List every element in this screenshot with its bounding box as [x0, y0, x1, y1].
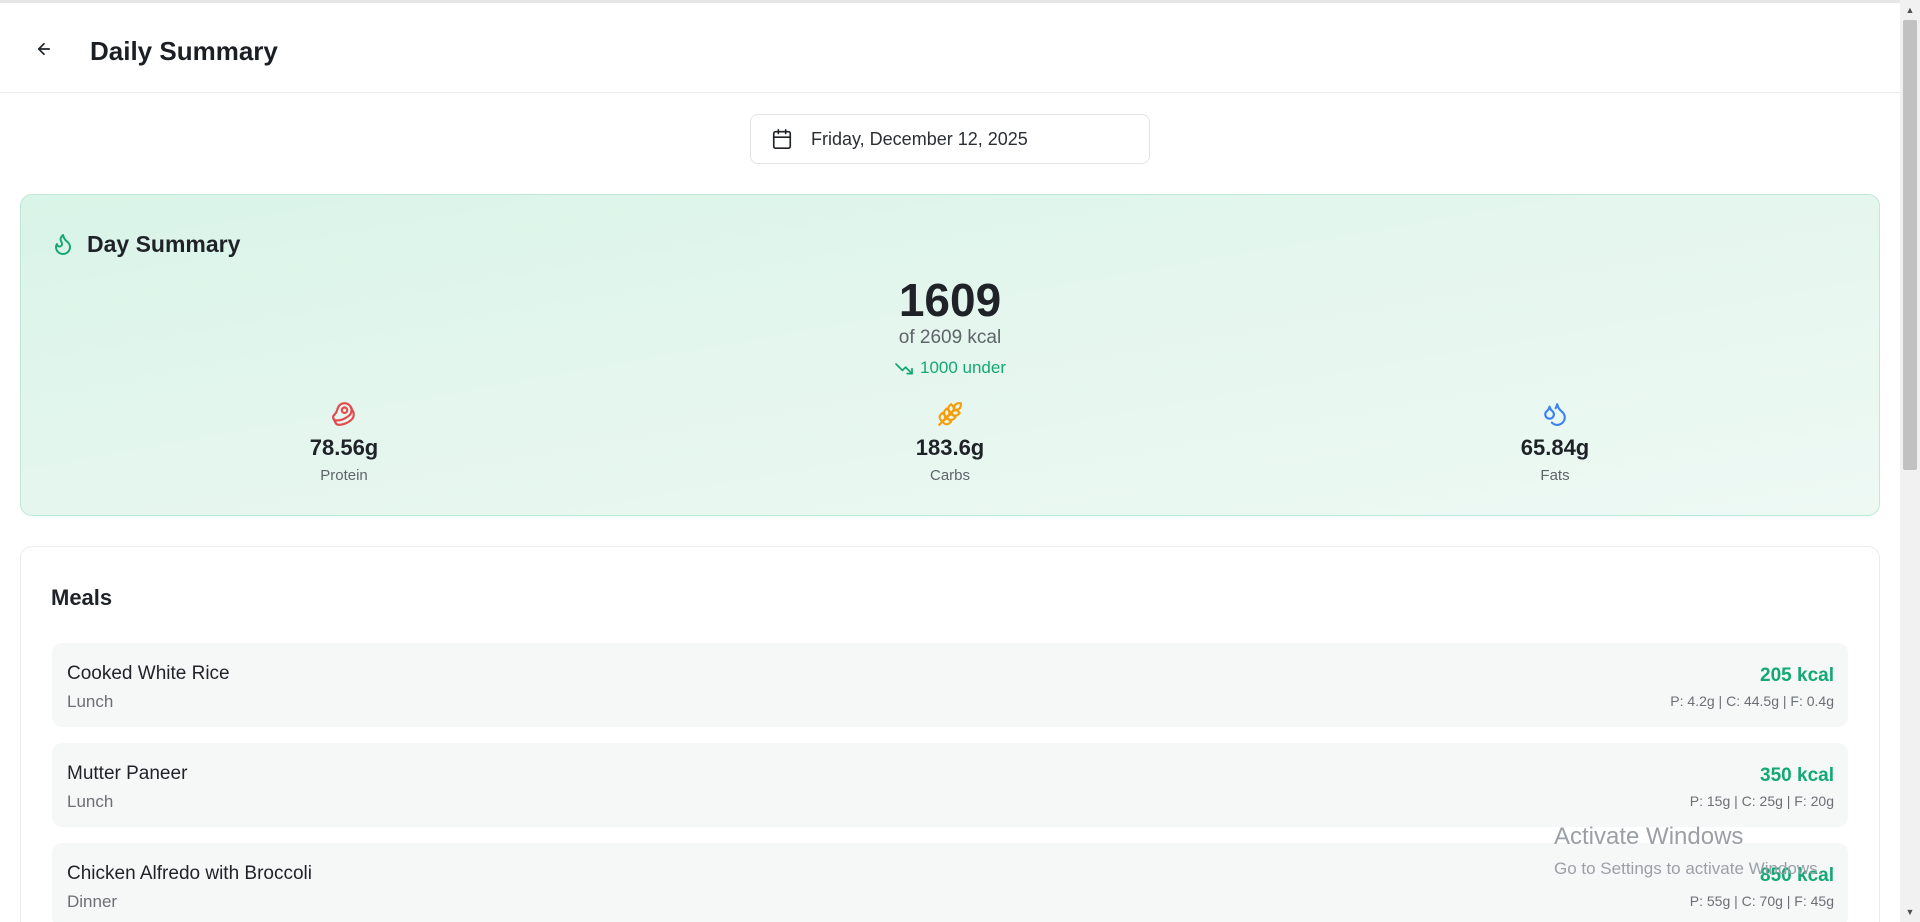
protein-label: Protein [320, 467, 368, 484]
meal-type: Lunch [67, 792, 114, 811]
meal-name: Mutter Paneer [67, 763, 188, 784]
scroll-down-arrow-icon[interactable]: ▼ [1900, 902, 1920, 922]
meal-type: Lunch [67, 692, 114, 711]
vertical-scrollbar[interactable]: ▲ ▼ [1900, 0, 1920, 922]
macro-carbs: 183.6g Carbs [850, 399, 1050, 484]
arrow-left-icon [37, 42, 51, 56]
meal-macros: P: 4.2g | C: 44.5g | F: 0.4g [1670, 693, 1834, 709]
meal-name: Cooked White Rice [67, 663, 230, 684]
calorie-delta-text: 1000 under [919, 358, 1007, 377]
trending-down-icon [894, 360, 914, 376]
app-header: Daily Summary [0, 3, 1900, 93]
day-summary-header: Day Summary [51, 231, 240, 258]
calories-consumed: 1609 [898, 274, 1002, 326]
carbs-value: 183.6g [915, 435, 985, 460]
meal-macros: P: 55g | C: 70g | F: 45g [1689, 893, 1834, 909]
scrollbar-thumb[interactable] [1903, 20, 1917, 470]
meal-name: Chicken Alfredo with Broccoli [67, 863, 312, 884]
meals-title: Meals [51, 585, 113, 610]
macro-fats: 65.84g Fats [1455, 399, 1655, 484]
calorie-goal: of 2609 kcal [898, 327, 1002, 348]
macro-protein: 78.56g Protein [244, 399, 444, 484]
meal-item[interactable]: Chicken Alfredo with Broccoli Dinner 850… [52, 843, 1848, 922]
scroll-up-arrow-icon[interactable]: ▲ [1900, 0, 1920, 20]
day-summary-title: Day Summary [87, 231, 241, 257]
wheat-icon [850, 399, 1050, 429]
selected-date: Friday, December 12, 2025 [811, 128, 1028, 149]
back-button[interactable] [28, 33, 60, 65]
meal-item[interactable]: Mutter Paneer Lunch 350 kcal P: 15g | C:… [52, 743, 1848, 827]
carbs-label: Carbs [929, 467, 970, 484]
fats-value: 65.84g [1520, 435, 1590, 460]
flame-icon [51, 232, 77, 258]
meals-card: Meals Cooked White Rice Lunch 205 kcal P… [20, 546, 1880, 922]
day-summary-card: Day Summary 1609 of 2609 kcal 1000 under… [20, 194, 1880, 516]
beef-icon [244, 399, 444, 429]
meal-macros: P: 15g | C: 25g | F: 20g [1689, 793, 1834, 809]
meal-calories: 850 kcal [1760, 865, 1834, 886]
meal-type: Dinner [67, 892, 118, 911]
fats-label: Fats [1540, 467, 1570, 484]
meal-calories: 350 kcal [1760, 765, 1834, 786]
meal-calories: 205 kcal [1760, 665, 1834, 686]
droplets-icon [1455, 399, 1655, 429]
protein-value: 78.56g [309, 435, 379, 460]
meal-item[interactable]: Cooked White Rice Lunch 205 kcal P: 4.2g… [52, 643, 1848, 727]
page-title: Daily Summary [90, 36, 278, 66]
calorie-delta: 1000 under [21, 358, 1879, 378]
calendar-icon [771, 128, 793, 150]
date-picker-button[interactable]: Friday, December 12, 2025 [750, 114, 1150, 164]
